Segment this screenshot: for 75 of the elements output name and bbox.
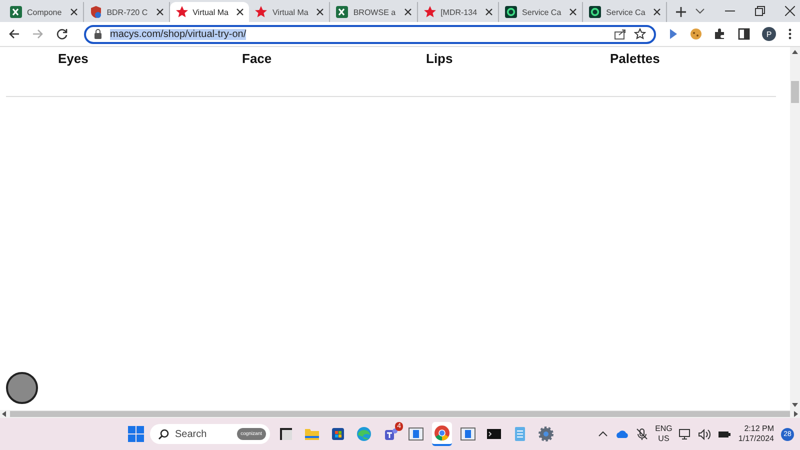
close-icon[interactable] xyxy=(316,8,324,16)
wave-circle-icon xyxy=(356,426,372,442)
category-link[interactable]: Face xyxy=(242,51,402,66)
close-icon[interactable] xyxy=(785,6,796,16)
browser-tab[interactable]: Service Ca xyxy=(499,2,584,22)
browser-tab[interactable]: BROWSE a xyxy=(330,2,418,22)
vertical-scrollbar[interactable] xyxy=(790,47,800,410)
avatar-photo-placeholder xyxy=(6,372,38,404)
star-outline-icon[interactable] xyxy=(634,28,646,40)
rounded-square-icon xyxy=(504,5,518,19)
window-icon xyxy=(278,426,294,442)
close-icon[interactable] xyxy=(653,8,662,16)
close-icon[interactable] xyxy=(569,8,578,16)
up-arrow-icon[interactable] xyxy=(792,50,798,54)
window-icon xyxy=(460,426,476,442)
windows-logo-icon[interactable] xyxy=(128,426,144,442)
plus-icon[interactable] xyxy=(675,6,688,18)
notepad-icon xyxy=(512,426,528,442)
close-icon[interactable] xyxy=(485,8,494,16)
horizontal-scrollbar[interactable] xyxy=(0,410,800,418)
star-icon xyxy=(422,5,437,19)
address-bar[interactable]: macys.com/shop/virtual-try-on/ xyxy=(84,24,656,44)
spreadsheet-icon xyxy=(9,5,23,19)
down-arrow-icon[interactable] xyxy=(792,403,798,407)
people-icon xyxy=(382,426,398,442)
browser-tab[interactable]: Service Ca xyxy=(583,2,668,22)
battery-icon[interactable] xyxy=(718,430,732,438)
clock[interactable]: 2:12 PM 1/17/2024 xyxy=(738,424,774,444)
scrollbar-thumb[interactable] xyxy=(791,81,799,103)
share-icon[interactable] xyxy=(614,28,626,40)
folder-icon xyxy=(304,426,320,442)
right-arrow-icon[interactable] xyxy=(794,411,798,417)
reload-icon[interactable] xyxy=(56,28,68,40)
browser-tab[interactable]: Virtual Ma xyxy=(249,2,330,22)
restore-icon[interactable] xyxy=(755,6,766,16)
lock-icon xyxy=(94,29,102,39)
browser-tab[interactable]: BDR-720 C xyxy=(84,2,170,22)
search-icon xyxy=(158,428,169,440)
browser-tab[interactable]: Virtual Ma xyxy=(170,2,250,22)
mic-off-icon[interactable] xyxy=(636,428,648,440)
browser-tab[interactable]: [MDR-134 xyxy=(418,2,500,22)
shield-icon xyxy=(88,5,103,19)
monitor-icon[interactable] xyxy=(679,428,692,440)
play-arrow-icon[interactable] xyxy=(668,28,678,40)
scrollbar-thumb[interactable] xyxy=(10,411,790,417)
rounded-square-icon xyxy=(588,5,602,19)
cookie-icon[interactable] xyxy=(690,28,702,40)
close-icon[interactable] xyxy=(70,8,78,16)
window-icon xyxy=(408,426,424,442)
profile-avatar[interactable]: P xyxy=(762,27,776,41)
language-indicator[interactable]: ENG US xyxy=(655,424,672,444)
settings-icon xyxy=(538,426,554,442)
back-arrow-icon[interactable] xyxy=(8,28,20,40)
star-icon xyxy=(254,5,268,19)
category-link[interactable]: Eyes xyxy=(58,51,218,66)
category-link[interactable]: Lips xyxy=(426,51,586,66)
close-icon[interactable] xyxy=(404,8,412,16)
store-icon xyxy=(330,426,346,442)
puzzle-icon[interactable] xyxy=(714,28,726,40)
star-icon xyxy=(174,5,189,19)
more-menu-icon[interactable] xyxy=(788,28,792,40)
close-icon[interactable] xyxy=(236,8,244,16)
browser-tab[interactable]: Compone xyxy=(4,2,84,22)
speaker-icon[interactable] xyxy=(698,428,712,440)
terminal-icon xyxy=(486,426,502,442)
left-arrow-icon[interactable] xyxy=(2,411,6,417)
spreadsheet-icon xyxy=(335,5,350,19)
chevron-up-icon[interactable] xyxy=(598,431,608,437)
url-text: macys.com/shop/virtual-try-on/ xyxy=(110,28,246,40)
cloud-icon[interactable] xyxy=(615,430,630,438)
side-panel-icon[interactable] xyxy=(738,28,750,40)
close-icon[interactable] xyxy=(156,8,164,16)
chevron-down-icon[interactable] xyxy=(695,6,706,16)
chrome-icon xyxy=(434,425,450,441)
category-link[interactable]: Palettes xyxy=(610,51,770,66)
